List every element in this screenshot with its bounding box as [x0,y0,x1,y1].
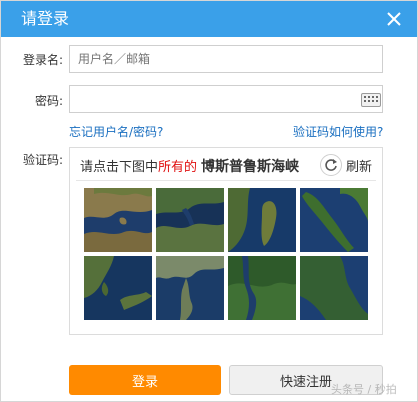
captcha-tile-3[interactable] [228,188,296,252]
captcha-panel: 请点击下图中所有的 博斯普鲁斯海峡 刷新 [69,147,383,335]
dialog-title: 请登录 [21,9,70,28]
close-icon[interactable] [383,8,405,30]
dialog-titlebar: 请登录 [1,1,417,37]
username-label: 登录名: [22,53,63,67]
username-input[interactable] [69,45,383,73]
password-label: 密码: [34,94,63,108]
captcha-tile-8[interactable] [300,256,368,320]
keyboard-icon[interactable] [361,93,381,107]
captcha-tile-6[interactable] [156,256,224,320]
captcha-target: 博斯普鲁斯海峡 [201,159,300,175]
captcha-divider [76,180,376,181]
password-input[interactable] [69,85,383,113]
captcha-tile-5[interactable] [84,256,152,320]
captcha-help-link[interactable]: 验证码如何使用? [293,123,383,140]
captcha-prompt-prefix: 请点击下图中 [80,160,159,175]
watermark: 头条号 / 秒拍 [331,383,397,396]
captcha-prompt-highlight: 所有的 [158,160,198,175]
login-button[interactable]: 登录 [69,365,221,395]
captcha-tile-7[interactable] [228,256,296,320]
captcha-prompt: 请点击下图中所有的 博斯普鲁斯海峡 [80,156,299,176]
refresh-icon[interactable] [320,154,342,176]
captcha-label: 验证码: [22,153,63,167]
captcha-tile-2[interactable] [156,188,224,252]
refresh-label: 刷新 [346,160,373,175]
captcha-tile-4[interactable] [300,188,368,252]
captcha-tile-1[interactable] [84,188,152,252]
login-dialog: 请登录 登录名: 密码: 忘记用户名/密码? 验证码如何使用? 验证码: 请点击… [0,0,418,402]
forgot-credentials-link[interactable]: 忘记用户名/密码? [69,123,163,140]
